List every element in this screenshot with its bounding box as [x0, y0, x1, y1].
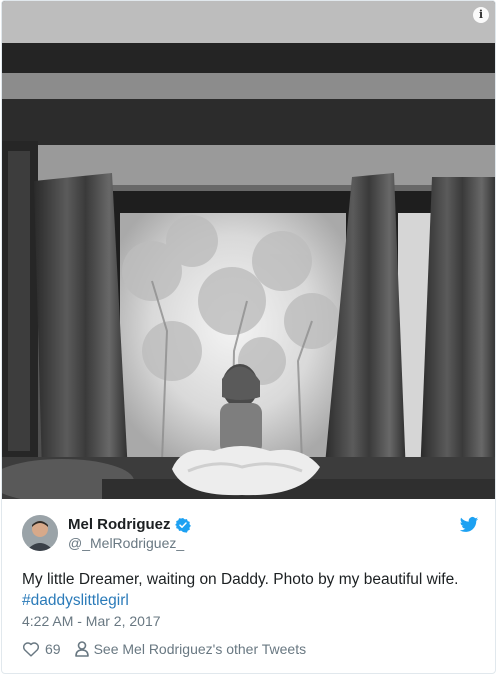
- tweet-actions: 69 See Mel Rodriguez's other Tweets: [22, 641, 320, 657]
- tweet-body: My little Dreamer, waiting on Daddy. Pho…: [22, 571, 459, 588]
- heart-icon: [22, 642, 40, 657]
- like-count: 69: [45, 641, 61, 657]
- tweet-photo[interactable]: i: [2, 1, 495, 499]
- tweet-text: My little Dreamer, waiting on Daddy. Pho…: [22, 569, 482, 611]
- avatar-image: [22, 515, 58, 551]
- avatar[interactable]: [22, 515, 58, 551]
- other-tweets-label: See Mel Rodriguez's other Tweets: [93, 641, 307, 657]
- name-row: Mel Rodriguez: [68, 516, 191, 533]
- hashtag-link[interactable]: #daddyslittlegirl: [22, 590, 482, 611]
- author-name[interactable]: Mel Rodriguez: [68, 516, 171, 533]
- author-handle[interactable]: @_MelRodriguez_: [68, 535, 184, 551]
- info-icon[interactable]: i: [473, 7, 489, 23]
- person-icon: [74, 641, 89, 657]
- like-action[interactable]: 69: [22, 641, 61, 657]
- twitter-bird-icon[interactable]: [459, 515, 479, 535]
- tweet-author: Mel Rodriguez @_MelRodriguez_: [22, 515, 479, 551]
- photo-image: [2, 1, 495, 499]
- embedded-tweet-card: i Mel Rodriguez @_MelRodriguez_ My littl…: [1, 0, 496, 674]
- verified-badge-icon: [174, 517, 191, 533]
- other-tweets-link[interactable]: See Mel Rodriguez's other Tweets: [74, 641, 307, 657]
- tweet-timestamp[interactable]: 4:22 AM - Mar 2, 2017: [22, 613, 161, 629]
